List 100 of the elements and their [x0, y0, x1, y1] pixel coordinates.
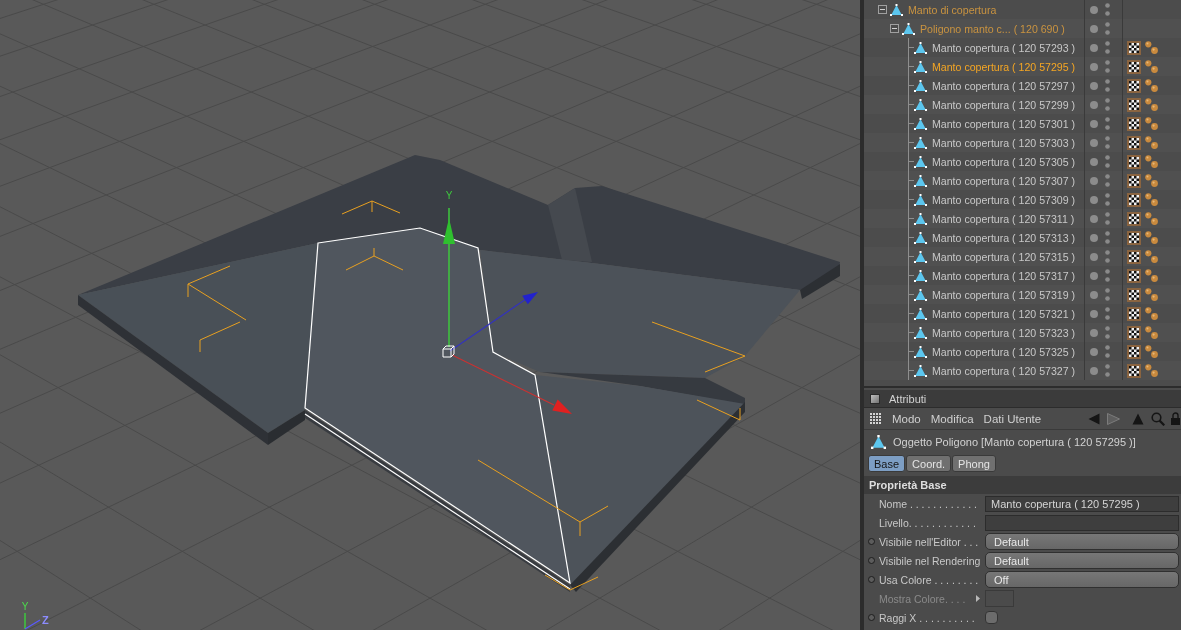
menu-item[interactable]: Dati Utente: [978, 410, 1047, 427]
object-name[interactable]: Manto copertura ( 120 57301 ): [932, 117, 1076, 130]
two-balls-icon[interactable]: [1145, 174, 1158, 187]
two-dots-icon[interactable]: [1105, 307, 1110, 320]
keyframe-dot-icon[interactable]: [868, 614, 875, 621]
two-dots-icon[interactable]: [1105, 326, 1110, 339]
two-dots-icon[interactable]: [1105, 3, 1110, 16]
dot-icon[interactable]: [1090, 138, 1098, 147]
dot-icon[interactable]: [1090, 62, 1098, 71]
up-arrow-icon[interactable]: [1132, 412, 1144, 425]
checkerboard-icon[interactable]: [1127, 59, 1141, 74]
dot-icon[interactable]: [1090, 309, 1098, 318]
object-name[interactable]: Manto copertura ( 120 57309 ): [932, 193, 1076, 206]
dropdown[interactable]: Default: [985, 552, 1179, 569]
text-field[interactable]: Manto copertura ( 120 57295 ): [985, 495, 1179, 512]
checkerboard-icon[interactable]: [1127, 173, 1141, 188]
checkerboard-icon[interactable]: [1127, 363, 1141, 378]
left-arrow-icon[interactable]: [1088, 412, 1100, 425]
checkerboard-icon[interactable]: [1127, 192, 1141, 207]
dot-icon[interactable]: [1090, 328, 1098, 337]
keyframe-dot-icon[interactable]: [868, 538, 875, 545]
two-dots-icon[interactable]: [1105, 60, 1110, 73]
dot-icon[interactable]: [1090, 271, 1098, 280]
two-balls-icon[interactable]: [1145, 212, 1158, 225]
checkerboard-icon[interactable]: [1127, 78, 1141, 93]
dot-icon[interactable]: [1090, 119, 1098, 128]
dot-icon[interactable]: [1090, 5, 1098, 14]
dot-icon[interactable]: [1090, 290, 1098, 299]
two-balls-icon[interactable]: [1145, 117, 1158, 130]
dot-icon[interactable]: [1090, 366, 1098, 375]
checkbox[interactable]: [985, 611, 998, 624]
checkerboard-icon[interactable]: [1127, 287, 1141, 302]
two-balls-icon[interactable]: [1145, 155, 1158, 168]
keyframe-dot-icon[interactable]: [868, 576, 875, 583]
dot-icon[interactable]: [1090, 233, 1098, 242]
dropdown[interactable]: Default: [985, 533, 1179, 550]
two-balls-icon[interactable]: [1145, 41, 1158, 54]
expand-triangle-icon[interactable]: [976, 595, 980, 602]
two-dots-icon[interactable]: [1105, 250, 1110, 263]
dropdown[interactable]: Off: [985, 571, 1179, 588]
checkerboard-icon[interactable]: [1127, 116, 1141, 131]
two-dots-icon[interactable]: [1105, 79, 1110, 92]
two-dots-icon[interactable]: [1105, 269, 1110, 282]
dot-icon[interactable]: [1090, 100, 1098, 109]
two-balls-icon[interactable]: [1145, 136, 1158, 149]
menu-item[interactable]: Modifica: [925, 410, 979, 427]
two-dots-icon[interactable]: [1105, 212, 1110, 225]
object-name[interactable]: Manto copertura ( 120 57305 ): [932, 155, 1076, 168]
collapse-icon[interactable]: [878, 5, 887, 14]
keyframe-dot-icon[interactable]: [868, 557, 875, 564]
y-axis-arrow[interactable]: [443, 207, 455, 348]
menu-item[interactable]: Modo: [887, 410, 926, 427]
two-balls-icon[interactable]: [1145, 307, 1158, 320]
two-balls-icon[interactable]: [1145, 326, 1158, 339]
text-field[interactable]: [985, 514, 1179, 531]
two-balls-icon[interactable]: [1145, 288, 1158, 301]
dot-icon[interactable]: [1090, 214, 1098, 223]
tab[interactable]: Coord.: [906, 455, 952, 472]
tab[interactable]: Phong: [952, 455, 996, 472]
checkerboard-icon[interactable]: [1127, 230, 1141, 245]
two-dots-icon[interactable]: [1105, 22, 1110, 35]
checkerboard-icon[interactable]: [1127, 154, 1141, 169]
object-name[interactable]: Manto copertura ( 120 57293 ): [932, 41, 1076, 54]
two-dots-icon[interactable]: [1105, 117, 1110, 130]
checkerboard-icon[interactable]: [1127, 97, 1141, 112]
object-name[interactable]: Manto copertura ( 120 57325 ): [932, 345, 1076, 358]
object-name[interactable]: Manto copertura ( 120 57313 ): [932, 231, 1076, 244]
dot-icon[interactable]: [1090, 176, 1098, 185]
checkerboard-icon[interactable]: [1127, 135, 1141, 150]
dot-icon[interactable]: [1090, 195, 1098, 204]
two-dots-icon[interactable]: [1105, 136, 1110, 149]
two-dots-icon[interactable]: [1105, 231, 1110, 244]
checkerboard-icon[interactable]: [1127, 268, 1141, 283]
object-name[interactable]: Manto di copertura: [908, 3, 997, 16]
checkerboard-icon[interactable]: [1127, 325, 1141, 340]
two-balls-icon[interactable]: [1145, 60, 1158, 73]
two-balls-icon[interactable]: [1145, 98, 1158, 111]
two-dots-icon[interactable]: [1105, 364, 1110, 377]
dot-icon[interactable]: [1090, 157, 1098, 166]
two-balls-icon[interactable]: [1145, 250, 1158, 263]
two-balls-icon[interactable]: [1145, 231, 1158, 244]
object-name[interactable]: Manto copertura ( 120 57321 ): [932, 307, 1076, 320]
two-dots-icon[interactable]: [1105, 193, 1110, 206]
two-balls-icon[interactable]: [1145, 345, 1158, 358]
checkerboard-icon[interactable]: [1127, 40, 1141, 55]
two-dots-icon[interactable]: [1105, 345, 1110, 358]
two-dots-icon[interactable]: [1105, 288, 1110, 301]
collapse-icon[interactable]: [890, 24, 899, 33]
grip-icon[interactable]: [870, 413, 881, 424]
two-dots-icon[interactable]: [1105, 41, 1110, 54]
lock-icon[interactable]: [1171, 412, 1180, 425]
object-name[interactable]: Manto copertura ( 120 57317 ): [932, 269, 1076, 282]
dot-icon[interactable]: [1090, 43, 1098, 52]
origin-cube-icon[interactable]: [442, 345, 455, 358]
dot-icon[interactable]: [1090, 24, 1098, 33]
checkerboard-icon[interactable]: [1127, 306, 1141, 321]
two-balls-icon[interactable]: [1145, 193, 1158, 206]
search-icon[interactable]: [1151, 411, 1165, 426]
tab[interactable]: Base: [868, 455, 906, 472]
two-dots-icon[interactable]: [1105, 98, 1110, 111]
